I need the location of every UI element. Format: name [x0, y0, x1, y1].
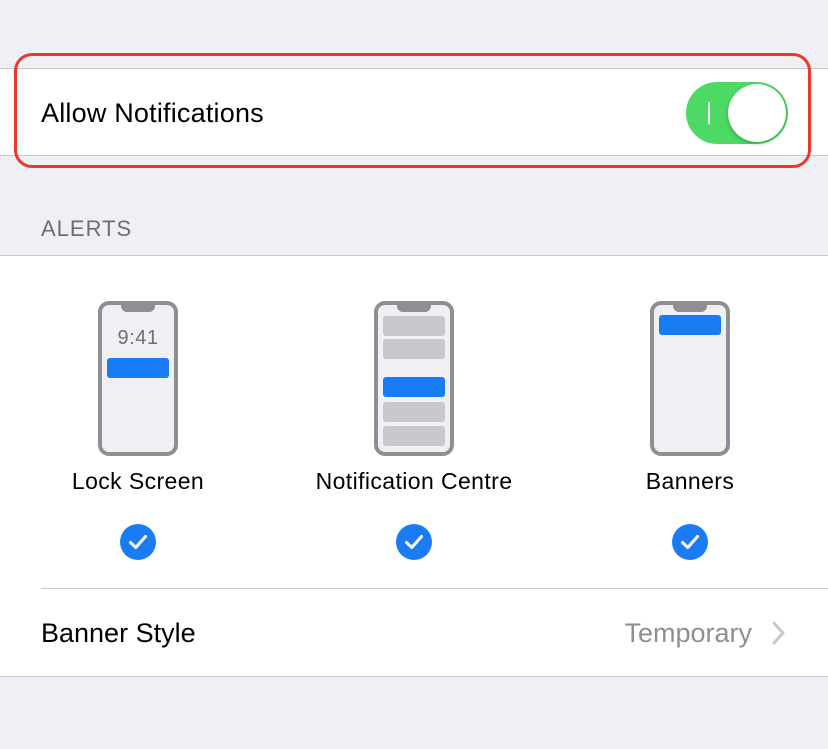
phone-notch — [397, 304, 431, 312]
phone-time: 9:41 — [117, 327, 159, 349]
toggle-on-indicator-icon — [708, 102, 710, 124]
banner-style-value: Temporary — [624, 618, 752, 648]
toggle-knob — [728, 84, 786, 142]
notification-placeholder-bar — [383, 339, 445, 359]
phone-notch — [673, 304, 707, 312]
alert-option-notification-centre[interactable]: Notification Centre — [276, 256, 552, 586]
notification-preview-bar — [107, 358, 169, 378]
alert-option-label: Banners — [645, 468, 735, 494]
notification-placeholder-bar — [383, 426, 445, 446]
notification-settings-page: Allow Notifications ALERTS 9:41 Lock Scr… — [0, 0, 828, 749]
notification-centre-phone-icon — [374, 301, 454, 456]
notification-placeholder-bar — [383, 402, 445, 422]
banners-checkmark-icon[interactable] — [672, 524, 708, 560]
banner-style-row[interactable]: Banner Style Temporary — [0, 589, 828, 677]
alert-option-label: Notification Centre — [315, 468, 513, 494]
lock-screen-checkmark-icon[interactable] — [120, 524, 156, 560]
lock-screen-phone-icon: 9:41 — [98, 301, 178, 456]
notification-centre-checkmark-icon[interactable] — [396, 524, 432, 560]
notification-preview-bar — [659, 315, 721, 335]
notification-placeholder-bar — [383, 316, 445, 336]
alert-option-label: Lock Screen — [71, 468, 205, 494]
alert-option-lock-screen[interactable]: 9:41 Lock Screen — [0, 256, 276, 586]
alerts-group: 9:41 Lock Screen Notification Centre Ban… — [0, 255, 828, 677]
allow-notifications-label: Allow Notifications — [41, 98, 264, 128]
alert-option-banners[interactable]: Banners — [552, 256, 828, 586]
allow-notifications-toggle[interactable] — [686, 82, 788, 144]
phone-notch — [121, 304, 155, 312]
banners-phone-icon — [650, 301, 730, 456]
allow-notifications-row: Allow Notifications — [0, 68, 828, 156]
notification-preview-bar — [383, 377, 445, 397]
alerts-section-header: ALERTS — [41, 216, 133, 241]
chevron-right-icon — [772, 621, 785, 645]
banner-style-label: Banner Style — [41, 618, 196, 648]
